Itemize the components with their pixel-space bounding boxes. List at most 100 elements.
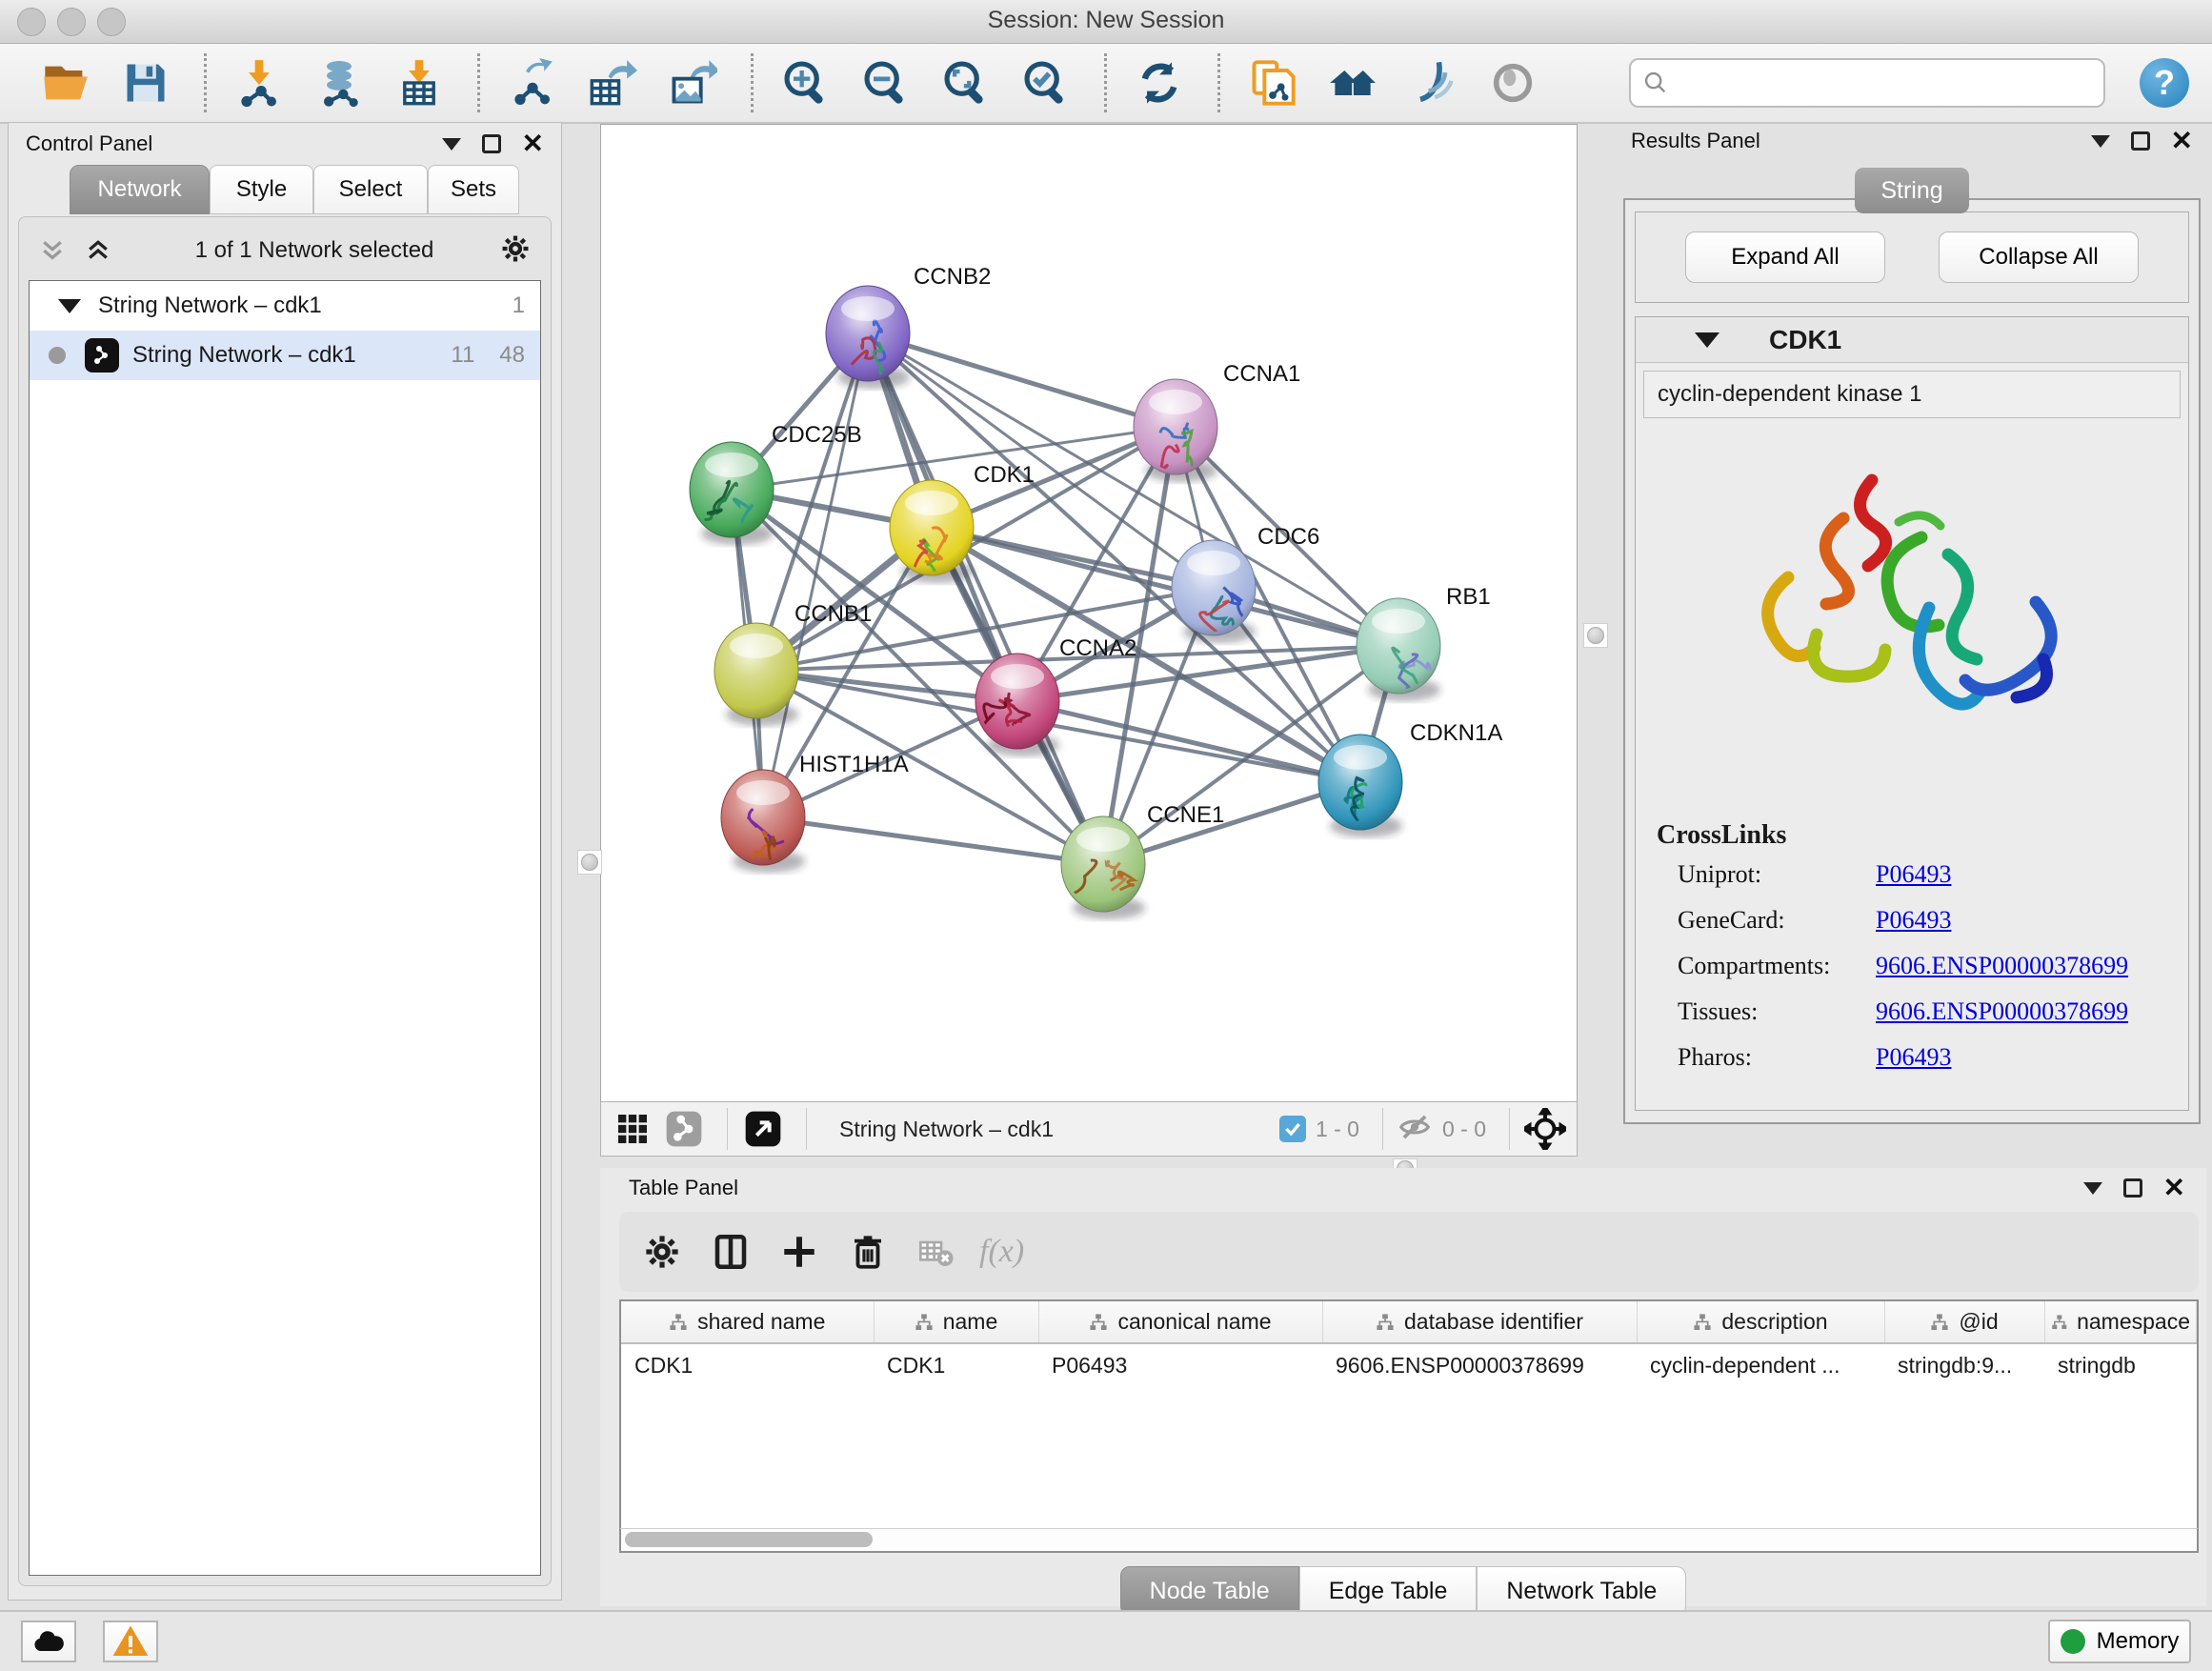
table-cell[interactable]: CDK1 xyxy=(874,1343,1038,1387)
panel-minimize-icon[interactable] xyxy=(2083,1182,2102,1195)
clone-network-icon[interactable] xyxy=(1245,55,1300,111)
tab-select[interactable]: Select xyxy=(313,165,428,214)
show-graphics-details-icon[interactable] xyxy=(1485,55,1540,111)
crosslink-link[interactable]: P06493 xyxy=(1876,860,1951,889)
network-edge-HIST1H1A-CCNE1[interactable] xyxy=(763,817,1103,864)
memory-button[interactable]: Memory xyxy=(2048,1620,2191,1663)
collapse-all-button[interactable]: Collapse All xyxy=(1939,232,2139,283)
crosslink-link[interactable]: P06493 xyxy=(1876,1043,1951,1072)
table-options-gear-icon[interactable] xyxy=(636,1226,688,1278)
welcome-screen-icon[interactable] xyxy=(1325,55,1380,111)
panel-close-icon[interactable]: ✕ xyxy=(522,134,544,153)
tab-sets[interactable]: Sets xyxy=(428,165,519,214)
search-input[interactable] xyxy=(1629,58,2105,108)
panel-close-icon[interactable]: ✕ xyxy=(2163,1178,2185,1198)
delete-column-trash-icon[interactable] xyxy=(842,1226,894,1278)
tab-network[interactable]: Network xyxy=(70,165,210,214)
gene-collapse-caret-icon[interactable] xyxy=(1695,332,1719,348)
table-cell[interactable]: stringdb:9... xyxy=(1884,1343,2044,1387)
tree-expand-caret-icon[interactable] xyxy=(58,299,81,313)
tab-style[interactable]: Style xyxy=(210,165,313,214)
left-splitter-grip[interactable] xyxy=(577,850,602,875)
crosslink-link[interactable]: 9606.ENSP00000378699 xyxy=(1876,997,2128,1026)
right-splitter-grip[interactable] xyxy=(1583,623,1608,648)
tab-string[interactable]: String xyxy=(1855,168,1969,213)
network-edge-CCNB2-CCNE1[interactable] xyxy=(868,333,1103,864)
search-field[interactable] xyxy=(1677,70,2092,96)
network-node-CCNA1[interactable]: CCNA1 xyxy=(1134,361,1300,490)
zoom-selected-icon[interactable] xyxy=(1018,55,1074,111)
panel-close-icon[interactable]: ✕ xyxy=(2171,131,2193,151)
import-network-file-icon[interactable] xyxy=(231,55,287,111)
fit-selected-crosshair-icon[interactable] xyxy=(1523,1107,1567,1151)
column-header--id[interactable]: @id xyxy=(1884,1301,2044,1343)
tab-edge-table[interactable]: Edge Table xyxy=(1299,1566,1478,1616)
panel-minimize-icon[interactable] xyxy=(442,138,461,151)
hide-graphics-details-icon[interactable] xyxy=(1405,55,1460,111)
string-view-icon[interactable] xyxy=(662,1107,706,1151)
crosslink-link[interactable]: P06493 xyxy=(1876,906,1951,935)
network-options-gear-icon[interactable] xyxy=(499,232,532,270)
birdseye-grid-icon[interactable] xyxy=(611,1107,654,1151)
panel-float-icon[interactable] xyxy=(482,134,501,153)
network-node-CDKN1A[interactable]: CDKN1A xyxy=(1318,720,1502,837)
open-in-new-window-icon[interactable] xyxy=(741,1107,785,1151)
network-node-CDC6[interactable]: CDC6 xyxy=(1172,524,1319,643)
collapse-all-networks-icon[interactable] xyxy=(38,236,67,265)
panel-minimize-icon[interactable] xyxy=(2091,135,2110,148)
network-node-CCNE1[interactable]: CCNE1 xyxy=(1061,802,1224,927)
zoom-fit-icon[interactable] xyxy=(938,55,994,111)
table-cell[interactable]: 9606.ENSP00000378699 xyxy=(1322,1343,1637,1387)
refresh-icon[interactable] xyxy=(1132,55,1187,111)
zoom-out-icon[interactable] xyxy=(858,55,914,111)
export-network-icon[interactable] xyxy=(505,55,560,111)
column-header-shared-name[interactable]: shared name xyxy=(621,1301,874,1343)
network-edge-CCNB2-CCNA1[interactable] xyxy=(868,333,1176,427)
table-cell[interactable]: P06493 xyxy=(1038,1343,1322,1387)
expand-all-button[interactable]: Expand All xyxy=(1685,232,1885,283)
function-builder-icon[interactable]: f(x) xyxy=(979,1234,1024,1270)
show-columns-icon[interactable] xyxy=(705,1226,756,1278)
tab-network-table[interactable]: Network Table xyxy=(1477,1566,1686,1616)
add-column-icon[interactable] xyxy=(774,1226,825,1278)
panel-float-icon[interactable] xyxy=(2123,1178,2142,1198)
table-panel-tabs: Node Table Edge Table Network Table xyxy=(600,1566,2206,1616)
network-node-CCNB1[interactable]: CCNB1 xyxy=(714,601,872,726)
column-header-database-identifier[interactable]: database identifier xyxy=(1322,1301,1637,1343)
warnings-button[interactable] xyxy=(103,1621,158,1662)
import-table-icon[interactable] xyxy=(392,55,447,111)
table-cell[interactable]: stringdb xyxy=(2044,1343,2197,1387)
zoom-in-icon[interactable] xyxy=(778,55,834,111)
scrollbar-thumb[interactable] xyxy=(625,1532,873,1547)
network-node-HIST1H1A[interactable]: HIST1H1A xyxy=(721,752,909,873)
network-edge-CDK1-RB1[interactable] xyxy=(932,528,1398,646)
table-row[interactable]: CDK1CDK1P064939606.ENSP00000378699cyclin… xyxy=(621,1343,2197,1387)
expand-all-networks-icon[interactable] xyxy=(84,236,112,265)
network-collection-row[interactable]: String Network – cdk1 1 xyxy=(30,281,540,331)
open-session-icon[interactable] xyxy=(38,55,93,111)
toolbar-separator xyxy=(751,53,754,112)
column-header-name[interactable]: name xyxy=(874,1301,1038,1343)
help-button[interactable]: ? xyxy=(2140,58,2189,108)
export-image-icon[interactable] xyxy=(665,55,720,111)
save-session-icon[interactable] xyxy=(118,55,173,111)
column-header-canonical-name[interactable]: canonical name xyxy=(1038,1301,1322,1343)
cloud-button[interactable] xyxy=(21,1621,76,1662)
table-cell[interactable]: cyclin-dependent ... xyxy=(1637,1343,1884,1387)
gene-section-header[interactable]: CDK1 xyxy=(1636,317,2188,363)
panel-float-icon[interactable] xyxy=(2131,131,2150,151)
network-view-canvas[interactable]: CCNB2CCNA1CDC25BCDK1CDC6RB1CCNB1CCNA2CDK… xyxy=(600,124,1578,1101)
table-horizontal-scrollbar[interactable] xyxy=(619,1528,2199,1553)
column-header-namespace[interactable]: namespace xyxy=(2044,1301,2197,1343)
network-row-selected[interactable]: String Network – cdk1 11 48 xyxy=(30,331,540,380)
selected-nodes-checkbox-icon[interactable] xyxy=(1279,1116,1306,1142)
network-graph[interactable]: CCNB2CCNA1CDC25BCDK1CDC6RB1CCNB1CCNA2CDK… xyxy=(601,125,1577,1100)
crosslink-link[interactable]: 9606.ENSP00000378699 xyxy=(1876,952,2128,980)
import-network-database-icon[interactable] xyxy=(312,55,367,111)
column-header-description[interactable]: description xyxy=(1637,1301,1884,1343)
network-node-RB1[interactable]: RB1 xyxy=(1357,584,1491,705)
table-cell[interactable]: CDK1 xyxy=(621,1343,874,1387)
delete-table-icon[interactable] xyxy=(911,1226,962,1278)
export-table-icon[interactable] xyxy=(585,55,640,111)
tab-node-table[interactable]: Node Table xyxy=(1120,1566,1299,1616)
